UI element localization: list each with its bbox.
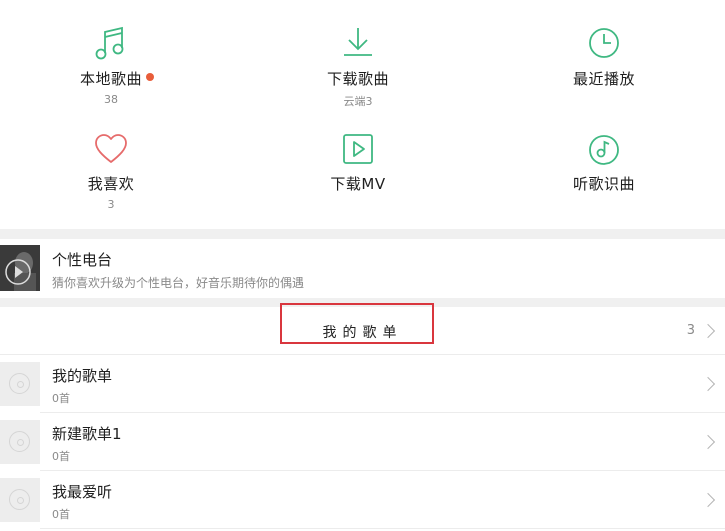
favorites-tile[interactable]: 我喜欢 3 [31,133,191,211]
my-playlists-header[interactable]: 我的歌单 3 [0,303,725,355]
playlist-cover [0,362,40,406]
disc-icon [9,489,30,510]
playlist-name: 新建歌单1 [52,425,122,443]
heart-icon [95,134,127,163]
local-songs-tile[interactable]: 本地歌曲 38 [31,26,191,106]
favorites-count: 3 [107,198,115,211]
local-songs-label: 本地歌曲 [79,70,142,88]
recent-plays-tile[interactable]: 最近播放 [524,26,684,89]
playlist-cover [0,420,40,464]
playlist-cover [0,478,40,522]
download-songs-tile[interactable]: 下载歌曲 云端3 [278,26,438,109]
radio-cover-image [0,245,40,291]
row-divider [40,528,725,529]
play-icon [0,245,40,291]
playlist-song-count: 0首 [52,392,70,405]
chevron-right-icon [700,434,716,450]
song-recognition-icon [589,135,619,165]
section-divider [0,229,725,239]
song-recognition-tile[interactable]: 听歌识曲 [524,133,684,194]
radio-description: 猜你喜欢升级为个性电台，好音乐期待你的偶遇 [52,276,305,290]
download-icon [344,28,372,56]
local-songs-count: 38 [104,93,118,106]
radio-title: 个性电台 [52,251,113,269]
new-indicator-dot [146,73,154,81]
recent-plays-label: 最近播放 [572,70,635,88]
playlist-item[interactable]: 我的歌单 0首 [0,355,725,413]
playlist-song-count: 0首 [52,508,70,521]
chevron-right-icon [700,492,716,508]
playlist-song-count: 0首 [52,450,70,463]
playlist-name: 我的歌单 [52,367,113,385]
quick-access-grid: 本地歌曲 38 下载歌曲 云端3 最近播放 我喜欢 3 下载MV 听歌识曲 [0,0,725,229]
playlist-item[interactable]: 新建歌单1 0首 [0,413,725,471]
personal-radio-row[interactable]: 个性电台 猜你喜欢升级为个性电台，好音乐期待你的偶遇 [0,239,725,298]
download-mv-tile[interactable]: 下载MV [278,133,438,194]
playlist-count: 3 [686,323,695,338]
highlight-box [280,303,434,344]
download-songs-label: 下载歌曲 [326,70,389,88]
playlist-item[interactable]: 我最爱听 0首 [0,471,725,529]
disc-icon [9,431,30,452]
download-mv-label: 下载MV [330,175,386,193]
clock-icon [589,28,619,58]
favorites-label: 我喜欢 [87,175,135,193]
music-note-icon [95,26,124,60]
chevron-right-icon [700,376,716,392]
download-songs-cloud-count: 云端3 [343,95,373,108]
playlist-name: 我最爱听 [52,483,113,501]
disc-icon [9,373,30,394]
video-play-icon [343,134,373,164]
song-recognition-label: 听歌识曲 [572,175,635,193]
